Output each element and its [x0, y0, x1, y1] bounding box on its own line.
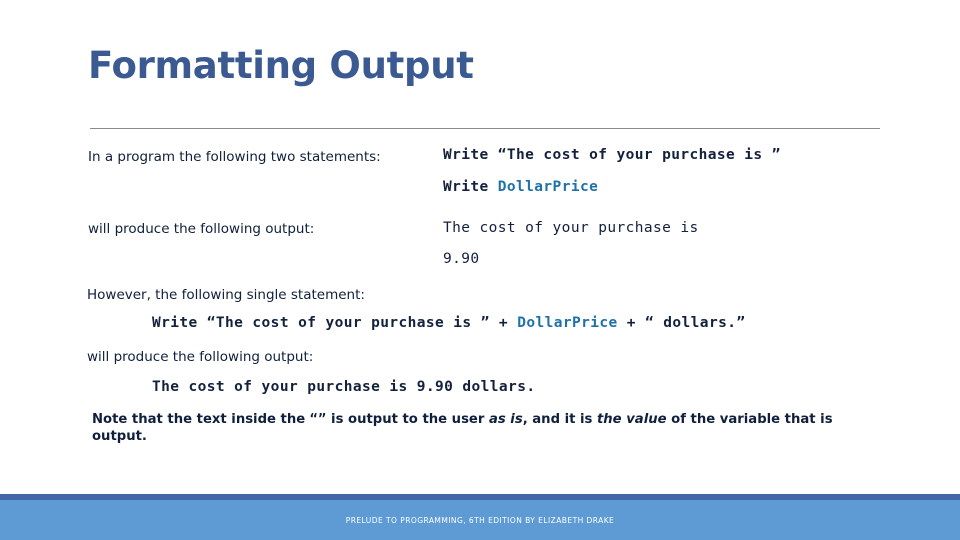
title-divider [90, 128, 880, 129]
final-output-line: The cost of your purchase is 9.90 dollar… [152, 379, 536, 395]
note-paragraph: Note that the text inside the “” is outp… [92, 411, 852, 445]
page-title: Formatting Output [88, 44, 474, 87]
note-part-3: , and it is [522, 412, 597, 427]
however-label: However, the following single statement: [87, 287, 365, 303]
slide-canvas: Formatting Output In a program the follo… [0, 0, 960, 540]
note-part-2: is output to the user [326, 412, 489, 427]
output-line-1: The cost of your purchase is [443, 220, 699, 236]
code-string-literal: “The cost of your purchase is ” [497, 147, 781, 163]
single-statement-prefix: Write “The cost of your purchase is ” + [152, 315, 518, 331]
code-keyword-write-2: Write [443, 179, 498, 195]
code-line-write-string: Write “The cost of your purchase is ” [443, 147, 781, 163]
note-italic-the-value: the value [596, 412, 667, 427]
code-line-write-variable: Write DollarPrice [443, 179, 598, 195]
note-italic-as-is: as is [488, 412, 523, 427]
code-variable-dollarprice: DollarPrice [497, 179, 599, 195]
single-statement-suffix: + “ dollars.” [617, 315, 746, 331]
code-keyword-write: Write [443, 147, 498, 163]
footer-attribution: PRELUDE TO PROGRAMMING, 6TH EDITION BY E… [345, 516, 615, 525]
single-statement-code: Write “The cost of your purchase is ” + … [152, 315, 745, 331]
note-quote-open: “ [309, 412, 319, 427]
produces-output-label-1: will produce the following output: [88, 221, 315, 237]
produces-output-label-2: will produce the following output: [87, 349, 314, 365]
output-line-2: 9.90 [443, 251, 480, 267]
note-part-1: Note that the text inside the [92, 412, 310, 427]
statement-intro-label: In a program the following two statement… [88, 149, 381, 165]
single-statement-variable: DollarPrice [517, 315, 618, 331]
